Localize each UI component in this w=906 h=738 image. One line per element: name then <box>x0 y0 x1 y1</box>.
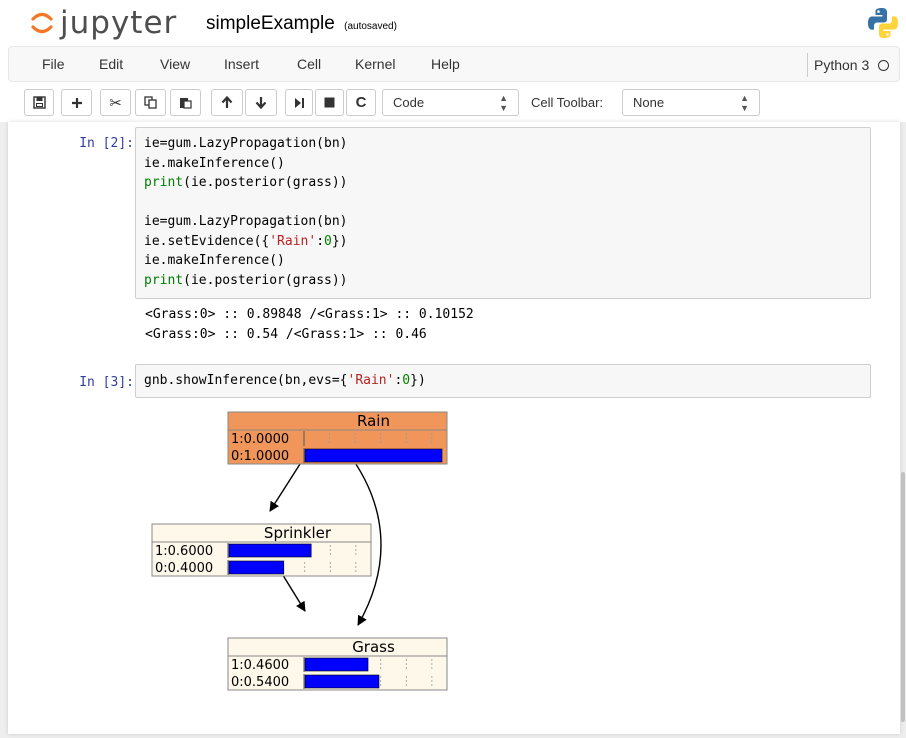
notebook-page: In [2]: ie=gum.LazyPropagation(bn) ie.mak… <box>8 122 900 734</box>
node-title: Rain <box>357 412 390 430</box>
select-chevron-icon: ▲ ▼ <box>740 92 749 113</box>
plus-icon <box>71 97 82 108</box>
cut-icon: ✂ <box>109 94 122 112</box>
menu-help[interactable]: Help <box>431 56 460 72</box>
notebook-area: In [2]: ie=gum.LazyPropagation(bn) ie.mak… <box>0 122 906 738</box>
arrow-down-icon <box>255 97 267 109</box>
kernel-idle-icon <box>878 59 890 71</box>
kernel-indicator-area: Python 3 <box>807 53 890 77</box>
probability-bar <box>228 543 312 558</box>
arrow-up-icon <box>221 96 233 108</box>
node-title: Sprinkler <box>264 524 332 542</box>
python-logo-icon <box>868 8 898 38</box>
graph-nodes: Rain 1:0.0000 0:1.0000 Sprinkler 1:0.6000 0:0… <box>151 411 448 691</box>
select-chevron-icon: ▲ ▼ <box>499 92 508 113</box>
scrollbar[interactable] <box>901 472 905 722</box>
restart-button[interactable]: C <box>346 89 376 116</box>
probability-bar <box>304 448 443 463</box>
menu-cell[interactable]: Cell <box>297 56 321 72</box>
autosave-status: (autosaved) <box>344 21 397 32</box>
node-row-label: 0:0.4000 <box>155 561 213 576</box>
cell-type-value: Code <box>393 95 425 110</box>
toolbar: ✂ C Code ▲ ▼ Cell Toolbar: None ▲ ▼ <box>0 86 906 120</box>
cell-toolbar-value: None <box>633 95 665 110</box>
node-row-label: 0:1.0000 <box>231 449 289 464</box>
cell-toolbar-select[interactable]: None ▲ ▼ <box>622 89 760 116</box>
inference-graph: Rain 1:0.0000 0:1.0000 Sprinkler 1:0.6000 0:0… <box>151 411 448 691</box>
menu-file[interactable]: File <box>42 56 65 72</box>
menu-kernel[interactable]: Kernel <box>355 56 395 72</box>
insert-cell-button[interactable] <box>61 89 92 116</box>
paste-button[interactable] <box>170 89 201 116</box>
node-row-label: 1:0.4600 <box>231 658 289 673</box>
notebook-title-area[interactable]: simpleExample (autosaved) <box>206 13 397 35</box>
stop-icon <box>324 97 335 108</box>
probability-bar <box>304 674 380 689</box>
node-row-label: 1:0.6000 <box>155 544 213 559</box>
save-icon <box>32 96 46 109</box>
move-down-button[interactable] <box>245 89 277 116</box>
header: jupyter simpleExample (autosaved) <box>0 0 906 46</box>
node-row-label: 0:0.5400 <box>231 675 289 690</box>
menu-bar: File Edit View Insert Cell Kernel Help P… <box>8 46 900 82</box>
copy-icon <box>144 96 157 109</box>
restart-icon: C <box>355 94 367 111</box>
paste-icon <box>180 98 192 109</box>
cut-button[interactable]: ✂ <box>100 89 131 116</box>
menu-view[interactable]: View <box>160 56 190 72</box>
node-rain: Rain 1:0.0000 0:1.0000 <box>227 411 448 465</box>
node-title: Grass <box>352 638 395 656</box>
save-button[interactable] <box>24 89 54 116</box>
cell-type-select[interactable]: Code ▲ ▼ <box>382 89 519 116</box>
node-row-label: 1:0.0000 <box>231 432 289 447</box>
probability-bar <box>228 560 285 575</box>
step-icon <box>294 97 304 108</box>
kernel-name: Python 3 <box>814 57 870 73</box>
cell-toolbar-label: Cell Toolbar: <box>531 95 604 110</box>
copy-button[interactable] <box>135 89 166 116</box>
node-grass: Grass 1:0.4600 0:0.5400 <box>227 637 448 691</box>
node-sprinkler: Sprinkler 1:0.6000 0:0.4000 <box>151 523 372 577</box>
run-cell-button[interactable] <box>285 89 313 116</box>
notebook-title[interactable]: simpleExample <box>206 13 335 34</box>
jupyter-orbit-icon <box>31 12 53 34</box>
jupyter-logo[interactable]: jupyter <box>30 5 178 41</box>
interrupt-button[interactable] <box>315 89 344 116</box>
jupyter-logo-text: jupyter <box>60 5 178 41</box>
move-up-button[interactable] <box>211 89 243 116</box>
menu-insert[interactable]: Insert <box>224 56 259 72</box>
menu-edit[interactable]: Edit <box>99 56 123 72</box>
probability-bar <box>304 657 369 672</box>
